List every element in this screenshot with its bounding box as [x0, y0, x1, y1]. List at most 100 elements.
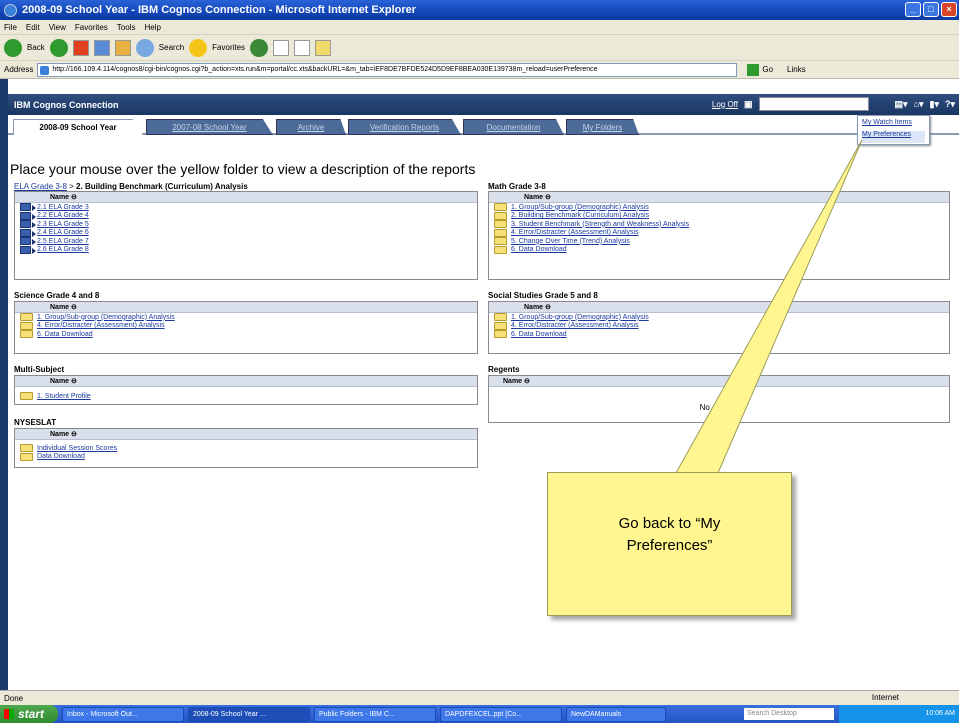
- logoff-link[interactable]: Log Off: [712, 100, 738, 109]
- folder-icon[interactable]: [494, 237, 507, 245]
- tab-documentation[interactable]: Documentation: [463, 119, 564, 135]
- folder-icon[interactable]: [494, 211, 507, 220]
- report-link[interactable]: 2.6 ELA Grade 8: [37, 246, 89, 253]
- folder-icon[interactable]: [20, 444, 33, 452]
- my-watch-items-link[interactable]: My Watch Items: [862, 119, 925, 131]
- folder-link[interactable]: 1. Student Profile: [37, 393, 91, 400]
- math-panel: Name ⊖ 1. Group/Sub-group (Demographic) …: [488, 191, 950, 280]
- folder-icon[interactable]: [494, 321, 507, 330]
- folder-link[interactable]: 1. Group/Sub-group (Demographic) Analysi…: [511, 204, 649, 211]
- tab-2007-08-school-year[interactable]: 2007-08 School Year: [146, 119, 273, 135]
- help-icon[interactable]: ▣: [744, 99, 753, 110]
- view-menu-icon[interactable]: ▤▾: [895, 99, 908, 110]
- start-button[interactable]: start: [0, 705, 58, 723]
- folder-icon[interactable]: [494, 228, 507, 237]
- folder-link[interactable]: 6. Data Download: [511, 331, 567, 338]
- print-icon[interactable]: [294, 39, 311, 56]
- folder-icon[interactable]: [494, 245, 507, 254]
- taskbar-item[interactable]: 2008-09 School Year ...: [188, 706, 310, 722]
- folder-icon[interactable]: [20, 313, 33, 321]
- go-arrow-icon[interactable]: [747, 63, 760, 76]
- maximize-button[interactable]: □: [923, 2, 939, 17]
- close-button[interactable]: ×: [941, 2, 957, 17]
- folder-link[interactable]: 5. Change Over Time (Trend) Analysis: [511, 238, 630, 245]
- refresh-icon[interactable]: [93, 39, 110, 56]
- folder-link[interactable]: 6. Data Download: [511, 246, 567, 253]
- menu-edit[interactable]: Edit: [26, 23, 40, 32]
- desktop-search-input[interactable]: Search Desktop: [744, 708, 834, 720]
- home-icon[interactable]: [114, 39, 131, 56]
- tab-verification-reports[interactable]: Verification Reports: [348, 119, 461, 135]
- report-link[interactable]: 2.3 ELA Grade 5: [37, 221, 89, 228]
- folder-icon[interactable]: [494, 330, 507, 338]
- stop-icon[interactable]: [72, 39, 89, 56]
- folder-link[interactable]: 1. Group/Sub-group (Demographic) Analysi…: [511, 314, 649, 321]
- folder-icon[interactable]: [494, 203, 507, 211]
- taskbar-item[interactable]: DAPDFEXCEL.ppt [Co...: [440, 706, 562, 722]
- social-studies-panel: Name ⊖ 1. Group/Sub-group (Demographic) …: [488, 301, 950, 354]
- address-input[interactable]: http://166.109.4.114/cognos8/cgi-bin/cog…: [37, 62, 738, 77]
- folder-link[interactable]: 1. Group/Sub-group (Demographic) Analysi…: [37, 314, 175, 321]
- name-column-header[interactable]: Name ⊖: [489, 302, 949, 313]
- folder-icon[interactable]: [494, 220, 507, 228]
- links-button[interactable]: Links: [787, 65, 806, 74]
- list-item: Data Download: [15, 452, 477, 462]
- menu-file[interactable]: File: [4, 23, 17, 32]
- report-link[interactable]: 2.4 ELA Grade 6: [37, 229, 89, 236]
- name-column-header[interactable]: Name ⊖: [15, 429, 477, 440]
- folder-link[interactable]: 4. Error/Distracter (Assessment) Analysi…: [511, 229, 639, 236]
- search-button-label[interactable]: Search: [159, 43, 184, 52]
- menu-view[interactable]: View: [49, 23, 66, 32]
- folder-link[interactable]: Data Download: [37, 453, 85, 460]
- folder-link[interactable]: 3. Student Benchmark (Strength and Weakn…: [511, 221, 689, 228]
- tab-my-folders[interactable]: My Folders: [566, 119, 639, 135]
- tab-2008-09-school-year[interactable]: 2008-09 School Year: [13, 119, 143, 135]
- breadcrumb-ela-link[interactable]: ELA Grade 3-8: [14, 182, 67, 191]
- breadcrumb: ELA Grade 3-8 > 2. Building Benchmark (C…: [14, 182, 248, 191]
- preferences-dropdown: My Watch Items My Preferences: [857, 115, 930, 145]
- report-link[interactable]: 2.5 ELA Grade 7: [37, 238, 89, 245]
- cognos-search-input[interactable]: [758, 97, 869, 111]
- taskbar-item[interactable]: NewDAManuals: [566, 706, 666, 722]
- search-icon[interactable]: [135, 38, 154, 57]
- folder-icon[interactable]: [20, 321, 33, 330]
- folder-link[interactable]: Individual Session Scores: [37, 445, 117, 452]
- name-column-header[interactable]: Name ⊖: [15, 302, 477, 313]
- launch-menu-icon[interactable]: ▮▾: [930, 99, 939, 110]
- go-button[interactable]: Go: [762, 65, 773, 74]
- folder-icon[interactable]: [20, 330, 33, 338]
- name-column-header[interactable]: Name ⊖: [489, 192, 949, 203]
- name-column-header[interactable]: Name ⊖: [15, 192, 477, 203]
- folder-link[interactable]: 6. Data Download: [37, 331, 93, 338]
- menu-help[interactable]: Help: [144, 23, 160, 32]
- name-column-header[interactable]: Name ⊖: [489, 376, 949, 387]
- mail-icon[interactable]: [273, 39, 290, 56]
- forward-arrow-icon[interactable]: [49, 38, 68, 57]
- social-studies-section-title: Social Studies Grade 5 and 8: [488, 291, 598, 300]
- folder-icon[interactable]: [20, 392, 33, 400]
- no-entries-text: No entries.: [699, 403, 739, 412]
- folder-icon[interactable]: [494, 313, 507, 321]
- favorites-star-icon[interactable]: [189, 38, 208, 57]
- help-menu-icon[interactable]: ?▾: [945, 99, 955, 110]
- home-menu-icon[interactable]: ⌂▾: [914, 99, 924, 110]
- report-link[interactable]: 2.2 ELA Grade 4: [37, 212, 89, 219]
- taskbar-item[interactable]: Inbox - Microsoft Out...: [62, 706, 184, 722]
- name-column-header[interactable]: Name ⊖: [15, 376, 477, 387]
- menu-tools[interactable]: Tools: [117, 23, 136, 32]
- menu-favorites[interactable]: Favorites: [75, 23, 108, 32]
- taskbar-item[interactable]: Public Folders - IBM C...: [314, 706, 436, 722]
- history-icon[interactable]: [250, 38, 269, 57]
- favorites-button-label[interactable]: Favorites: [212, 43, 245, 52]
- folder-link[interactable]: 4. Error/Distracter (Assessment) Analysi…: [37, 322, 165, 329]
- minimize-button[interactable]: _: [905, 2, 921, 17]
- back-button-label[interactable]: Back: [27, 43, 45, 52]
- my-preferences-link[interactable]: My Preferences: [862, 131, 925, 143]
- folder-link[interactable]: 4. Error/Distracter (Assessment) Analysi…: [511, 322, 639, 329]
- folder-icon[interactable]: [315, 39, 332, 56]
- report-link[interactable]: 2.1 ELA Grade 3: [37, 204, 89, 211]
- tab-archive[interactable]: Archive: [276, 119, 346, 135]
- folder-link[interactable]: 2. Building Benchmark (Curriculum) Analy…: [511, 212, 649, 219]
- folder-icon[interactable]: [20, 452, 33, 461]
- back-arrow-icon[interactable]: [4, 38, 22, 57]
